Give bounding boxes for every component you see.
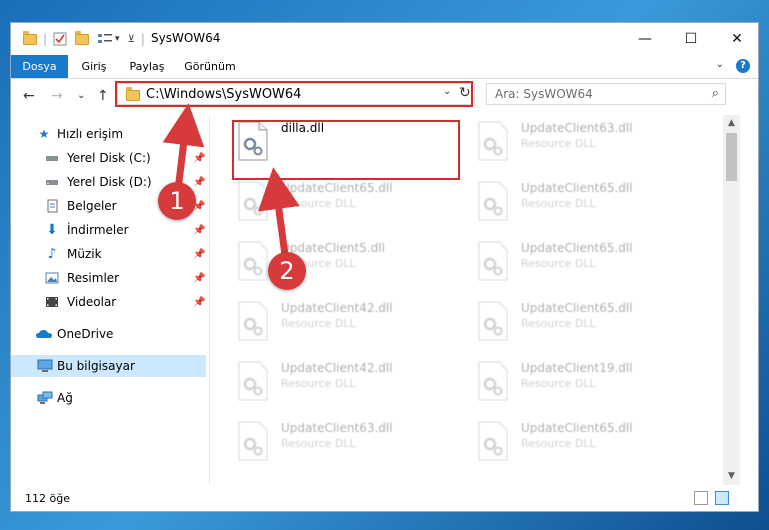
arrow-to-dll-file [257,167,300,256]
arrow-to-address-bar [162,103,205,191]
annotation-arrows [162,103,300,256]
step-badge-1: 1 [158,182,196,220]
step-badge-2: 2 [268,252,306,290]
